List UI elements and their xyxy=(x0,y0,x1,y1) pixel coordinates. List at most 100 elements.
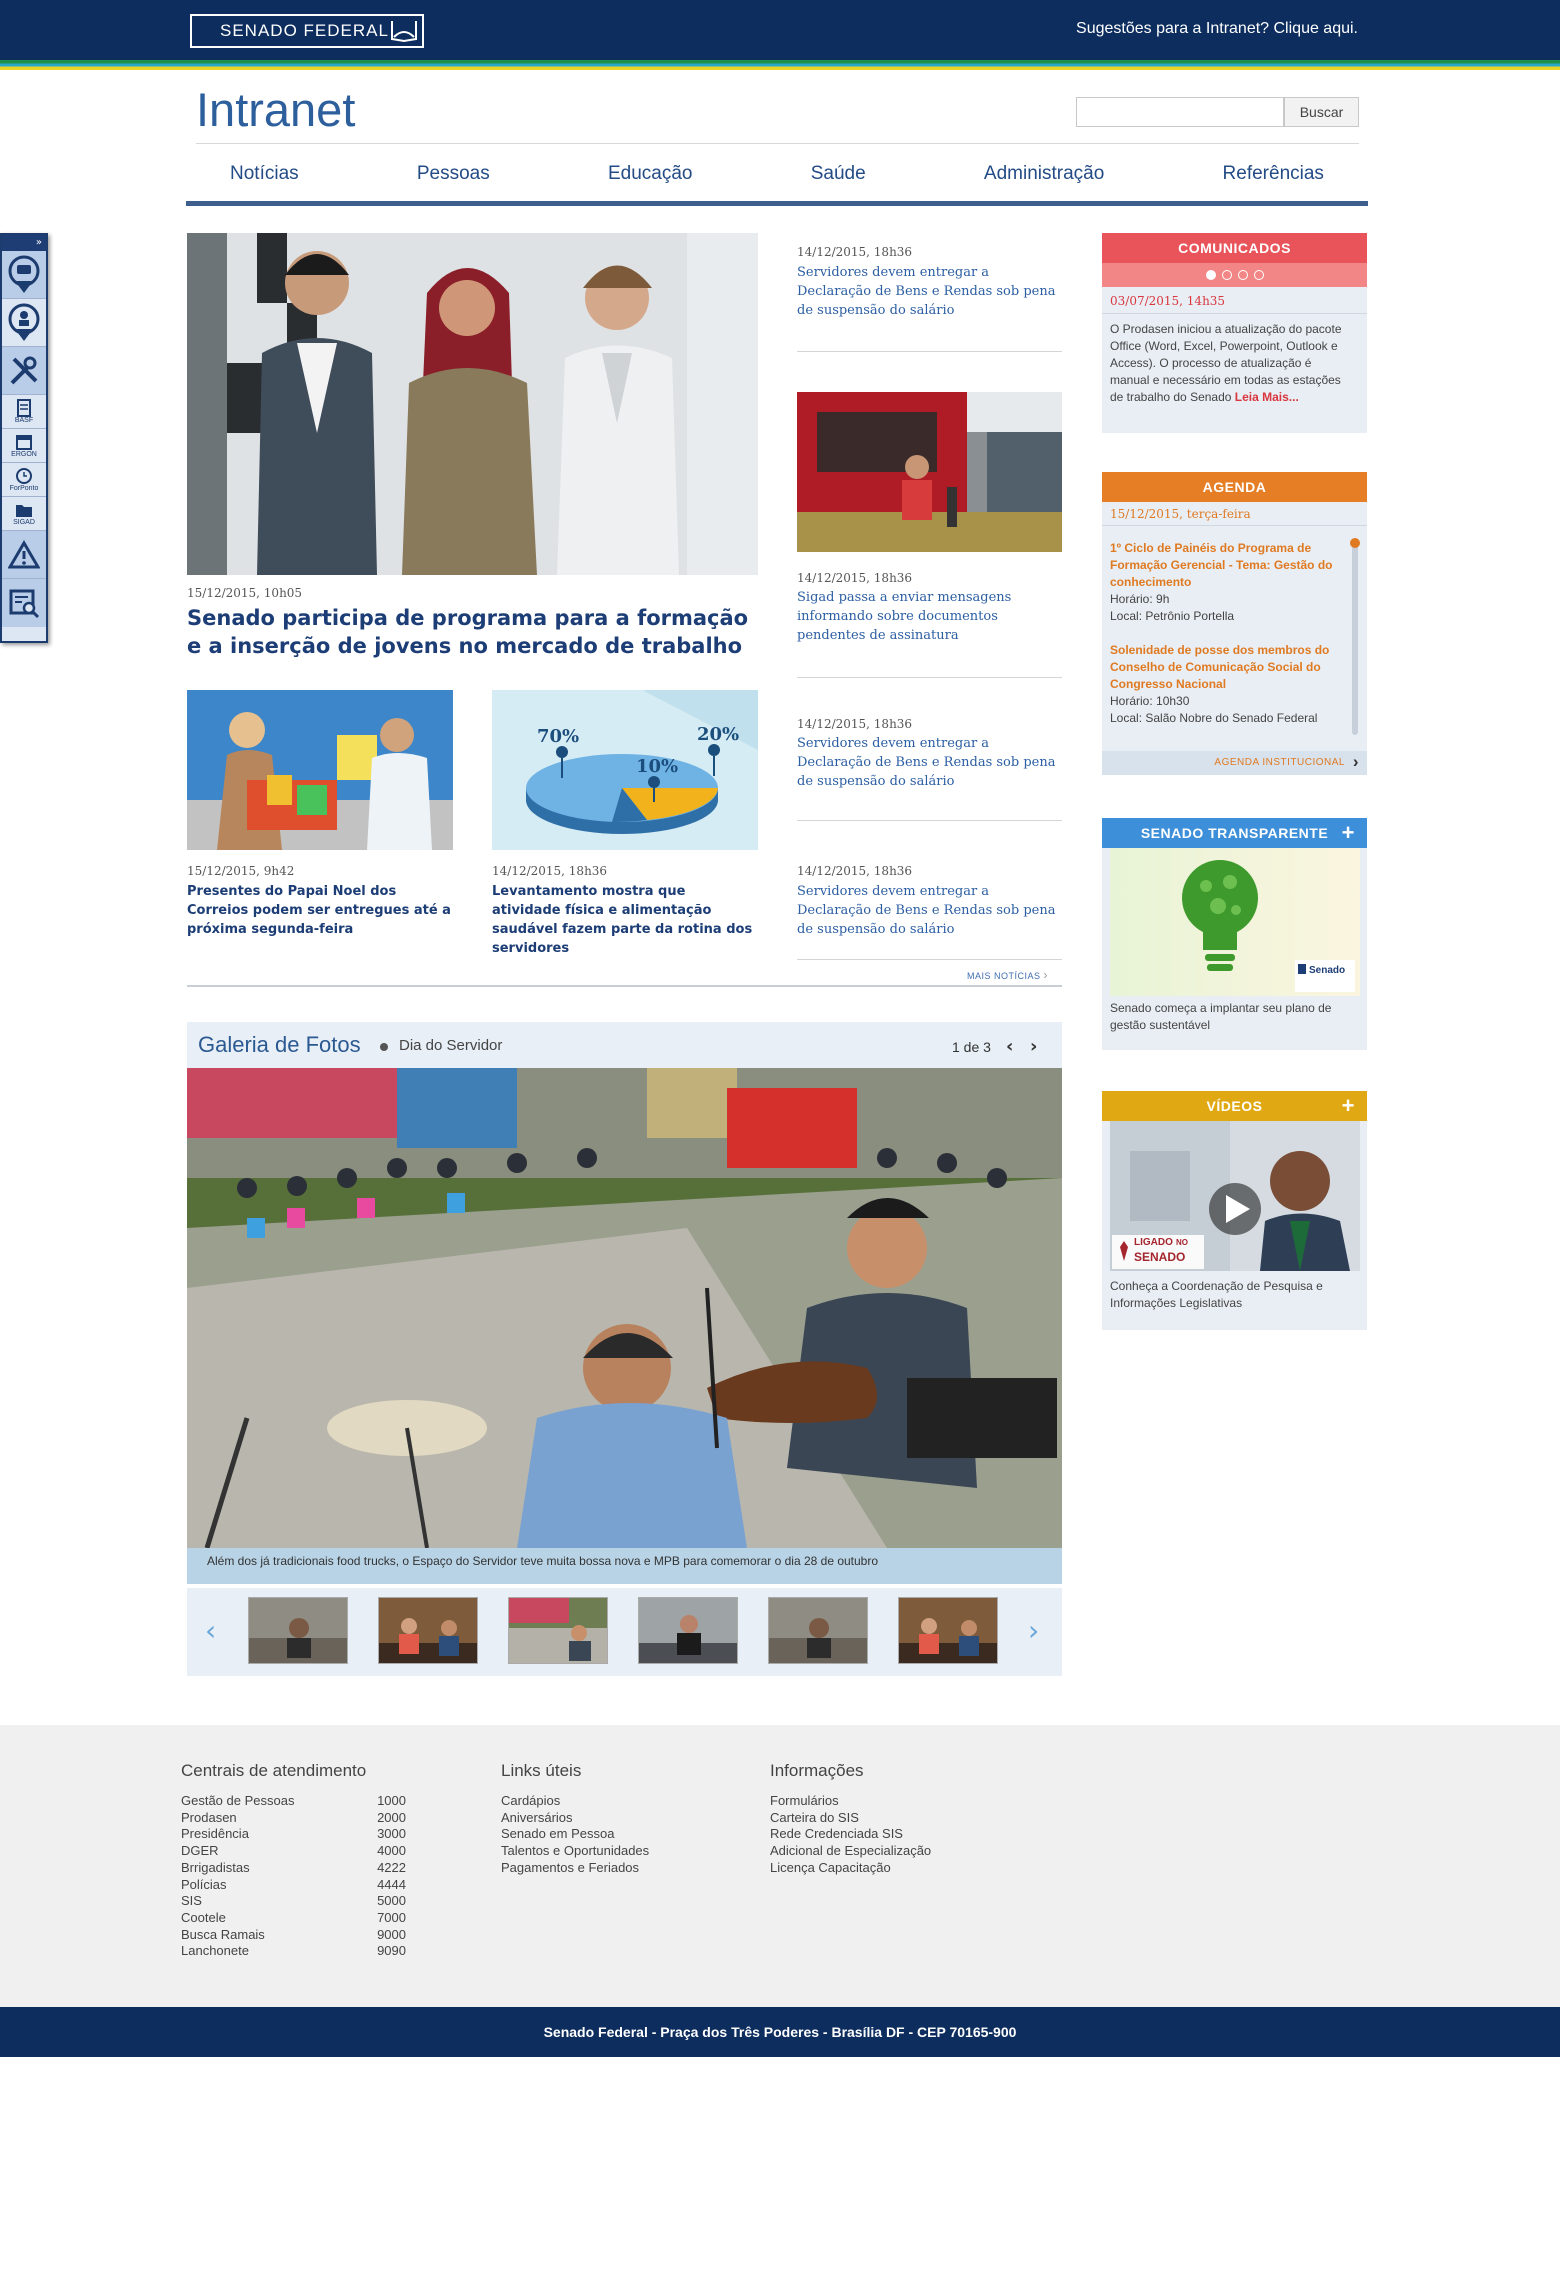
footer-centrais-item[interactable]: Presidência 3000 xyxy=(181,1826,406,1843)
side-news-headline-4[interactable]: Servidores devem entregar a Declaração d… xyxy=(797,882,1059,939)
tool-settings[interactable] xyxy=(2,347,46,395)
person-pin-icon xyxy=(8,303,40,341)
plus-icon[interactable]: + xyxy=(1342,818,1355,848)
chevron-right-icon: › xyxy=(1043,968,1049,982)
gallery-main-photo[interactable] xyxy=(187,1068,1062,1548)
page-title: Intranet xyxy=(196,83,356,136)
footer-centrais-item[interactable]: Prodasen 2000 xyxy=(181,1810,406,1827)
tool-location[interactable] xyxy=(2,299,46,347)
footer-centrais-item[interactable]: Polícias 4444 xyxy=(181,1877,406,1894)
video-badge-line3: SENADO xyxy=(1134,1250,1185,1264)
side-news-headline-3[interactable]: Servidores devem entregar a Declaração d… xyxy=(797,734,1059,791)
side-news-headline-2[interactable]: Sigad passa a enviar mensagens informand… xyxy=(797,588,1059,645)
news-image-levantamento[interactable]: 70% 10% 20% xyxy=(492,690,758,850)
thumbs-next-icon[interactable]: › xyxy=(1028,1617,1039,1645)
collapse-toggle-icon[interactable]: » xyxy=(2,235,46,251)
tool-label-forponto: ForPonto xyxy=(9,484,39,492)
tool-chat[interactable] xyxy=(2,251,46,299)
footer-link[interactable]: Cardápios xyxy=(501,1793,649,1810)
thumbs-prev-icon[interactable]: ‹ xyxy=(205,1617,216,1645)
pager-dot[interactable] xyxy=(1221,270,1232,280)
book-icon xyxy=(391,21,417,43)
footer-link[interactable]: Carteira do SIS xyxy=(770,1810,931,1827)
agenda-event-2-title[interactable]: Solenidade de posse dos membros do Conse… xyxy=(1110,642,1345,693)
footer-link[interactable]: Licença Capacitação xyxy=(770,1860,931,1877)
video-thumbnail[interactable]: LIGADO NO SENADO xyxy=(1110,1121,1360,1271)
nav-referencias[interactable]: Referências xyxy=(1223,163,1324,191)
footer-centrais-item[interactable]: Brrigadistas 4222 xyxy=(181,1860,406,1877)
more-news-link[interactable]: MAIS NOTÍCIAS › xyxy=(967,968,1048,982)
featured-image[interactable] xyxy=(187,233,758,575)
nav-saude[interactable]: Saúde xyxy=(811,163,866,191)
suggestions-link[interactable]: Sugestões para a Intranet? Clique aqui. xyxy=(1076,20,1358,38)
footer-link[interactable]: Senado em Pessoa xyxy=(501,1826,649,1843)
nav-educacao[interactable]: Educação xyxy=(608,163,693,191)
news-date-levantamento: 14/12/2015, 18h36 xyxy=(492,864,608,878)
read-more-link[interactable]: Leia Mais... xyxy=(1235,390,1299,404)
tool-sigad[interactable]: SIGAD xyxy=(2,497,46,531)
transparente-image[interactable]: Senado xyxy=(1110,848,1360,996)
gallery-thumbnail[interactable] xyxy=(378,1597,478,1664)
footer-centrais-item[interactable]: Lanchonete 9090 xyxy=(181,1943,406,1960)
pager-dot[interactable] xyxy=(1237,270,1248,280)
gallery-thumbnail[interactable] xyxy=(638,1597,738,1664)
centrais-name: Prodasen xyxy=(181,1809,237,1825)
search-button[interactable]: Buscar xyxy=(1284,97,1359,127)
thumbnail-photo xyxy=(769,1598,867,1663)
pager-dot-active[interactable] xyxy=(1205,270,1216,280)
footer-centrais-item[interactable]: Cootele 7000 xyxy=(181,1910,406,1927)
logo-text: SENADO FEDERAL xyxy=(220,21,389,40)
agenda-scroll-thumb[interactable] xyxy=(1350,538,1360,548)
footer-link[interactable]: Adicional de Especialização xyxy=(770,1843,931,1860)
footer-link[interactable]: Rede Credenciada SIS xyxy=(770,1826,931,1843)
footer-centrais-item[interactable]: Busca Ramais 9000 xyxy=(181,1927,406,1944)
gallery-thumbnail[interactable] xyxy=(898,1597,998,1664)
nav-administracao[interactable]: Administração xyxy=(984,163,1104,191)
footer-title-links: Links úteis xyxy=(501,1761,582,1780)
senado-logo[interactable]: SENADO FEDERAL xyxy=(190,14,424,48)
side-news-image-sigad[interactable] xyxy=(797,392,1062,552)
thumbnail-photo xyxy=(379,1598,477,1663)
footer-link[interactable]: Talentos e Oportunidades xyxy=(501,1843,649,1860)
footer-link[interactable]: Aniversários xyxy=(501,1810,649,1827)
chat-pin-icon xyxy=(8,255,40,293)
centrais-ext: 5000 xyxy=(377,1893,406,1909)
tool-basf[interactable]: BASF xyxy=(2,395,46,429)
gallery-next-icon[interactable]: › xyxy=(1030,1038,1037,1056)
search-input[interactable] xyxy=(1076,97,1284,127)
featured-headline[interactable]: Senado participa de programa para a form… xyxy=(187,604,758,660)
agenda-event-1-title[interactable]: 1º Ciclo de Painéis do Programa de Forma… xyxy=(1110,540,1345,591)
gallery-prev-icon[interactable]: ‹ xyxy=(1006,1038,1013,1056)
centrais-ext: 1000 xyxy=(377,1793,406,1808)
agenda-scrollbar[interactable] xyxy=(1352,540,1358,735)
footer-links-list: Cardápios Aniversários Senado em Pessoa … xyxy=(501,1793,649,1877)
plus-icon[interactable]: + xyxy=(1342,1091,1355,1121)
tool-ergon[interactable]: ERGON xyxy=(2,429,46,463)
tool-search-docs[interactable] xyxy=(2,579,46,627)
main-nav: Notícias Pessoas Educação Saúde Administ… xyxy=(186,163,1368,191)
tool-forponto[interactable]: ForPonto xyxy=(2,463,46,497)
gallery-thumbnail[interactable] xyxy=(248,1597,348,1664)
news-headline-papai-noel[interactable]: Presentes do Papai Noel dos Correios pod… xyxy=(187,882,453,939)
footer-centrais-item[interactable]: DGER 4000 xyxy=(181,1843,406,1860)
tool-alert[interactable] xyxy=(2,531,46,579)
footer-centrais-item[interactable]: SIS 5000 xyxy=(181,1893,406,1910)
footer-link[interactable]: Pagamentos e Feriados xyxy=(501,1860,649,1877)
transparente-text[interactable]: Senado começa a implantar seu plano de g… xyxy=(1110,1000,1355,1034)
centrais-ext: 4222 xyxy=(377,1859,406,1875)
pager-dot[interactable] xyxy=(1253,270,1264,280)
gallery-thumbnail[interactable] xyxy=(508,1597,608,1664)
nav-pessoas[interactable]: Pessoas xyxy=(417,163,490,191)
news-image-papai-noel[interactable] xyxy=(187,690,453,850)
centrais-name: Brrigadistas xyxy=(181,1859,250,1875)
agenda-institucional-link[interactable]: AGENDA INSTITUCIONAL xyxy=(1102,751,1367,775)
centrais-name: Cootele xyxy=(181,1909,226,1925)
news-headline-levantamento[interactable]: Levantamento mostra que atividade física… xyxy=(492,882,758,958)
gallery-thumbnail[interactable] xyxy=(768,1597,868,1664)
side-news-headline-1[interactable]: Servidores devem entregar a Declaração d… xyxy=(797,263,1059,320)
footer-link[interactable]: Formulários xyxy=(770,1793,931,1810)
side-news-date-3: 14/12/2015, 18h36 xyxy=(797,717,913,731)
videos-text[interactable]: Conheça a Coordenação de Pesquisa e Info… xyxy=(1110,1278,1355,1312)
footer-centrais-item[interactable]: Gestão de Pessoas 1000 xyxy=(181,1793,406,1810)
nav-noticias[interactable]: Notícias xyxy=(230,163,299,191)
